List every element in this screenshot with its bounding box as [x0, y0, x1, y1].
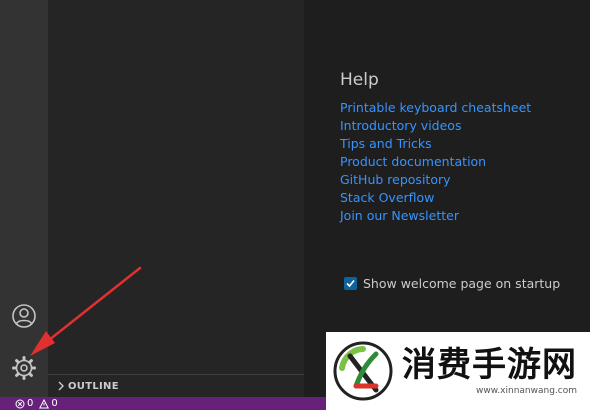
watermark-logo: 消费手游网 www.xinnanwang.com [326, 332, 590, 410]
error-icon [15, 399, 25, 408]
help-link-introductory-videos[interactable]: Introductory videos [340, 117, 531, 135]
error-count: 0 [27, 398, 34, 409]
watermark-title: 消费手游网 [402, 345, 577, 385]
show-welcome-label: Show welcome page on startup [363, 276, 561, 291]
warning-count: 0 [51, 398, 58, 409]
help-link-keyboard-cheatsheet[interactable]: Printable keyboard cheatsheet [340, 99, 531, 117]
help-link-tips-and-tricks[interactable]: Tips and Tricks [340, 135, 531, 153]
help-link-newsletter[interactable]: Join our Newsletter [340, 207, 531, 225]
help-link-product-documentation[interactable]: Product documentation [340, 153, 531, 171]
gear-icon[interactable] [10, 354, 38, 382]
outline-label: OUTLINE [68, 380, 119, 392]
account-icon[interactable] [10, 302, 38, 330]
chevron-right-icon [54, 381, 68, 391]
help-heading: Help [340, 70, 379, 90]
warning-icon [39, 398, 50, 408]
help-links-list: Printable keyboard cheatsheet Introducto… [340, 99, 531, 225]
help-link-github-repository[interactable]: GitHub repository [340, 171, 531, 189]
help-link-stack-overflow[interactable]: Stack Overflow [340, 189, 531, 207]
checkmark-icon [346, 279, 355, 288]
problems-indicator[interactable]: 0 0 [15, 397, 58, 410]
watermark-url: www.xinnanwang.com [476, 386, 577, 396]
activity-bar [0, 0, 48, 397]
watermark-emblem [332, 340, 394, 402]
show-welcome-option: Show welcome page on startup [344, 276, 560, 291]
outline-section-header[interactable]: OUTLINE [48, 374, 304, 397]
show-welcome-checkbox[interactable] [344, 277, 357, 290]
sidebar: OUTLINE [48, 0, 304, 397]
